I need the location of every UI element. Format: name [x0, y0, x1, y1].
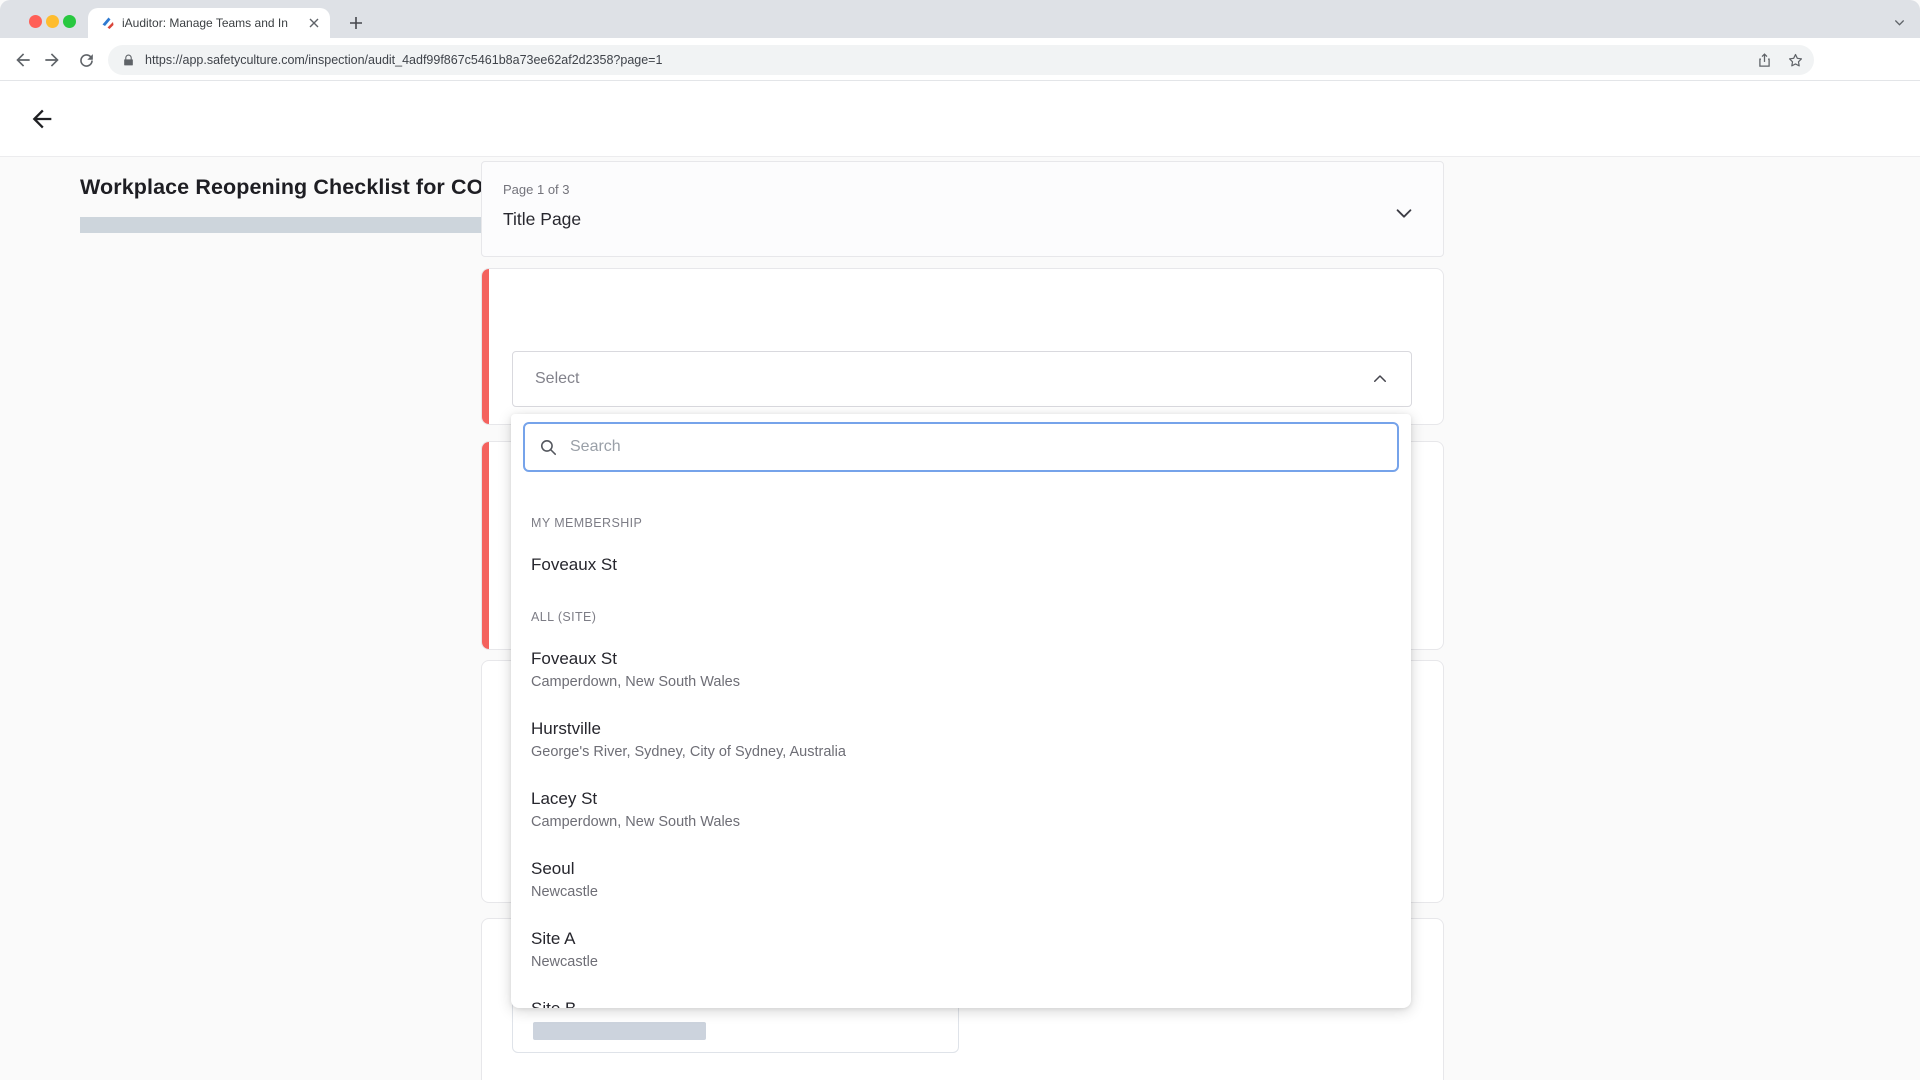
inspection-header: Workplace Reopening Checklist for COVID-…: [0, 81, 1920, 157]
required-indicator-bar: [482, 269, 489, 424]
search-icon: [539, 438, 558, 457]
site-search-box[interactable]: [523, 422, 1399, 472]
page-indicator: Page 1 of 3: [503, 182, 570, 197]
tab-close-icon[interactable]: [308, 17, 320, 29]
site-select-dropdown: MY MEMBERSHIP Foveaux St ALL (SITE) Fove…: [511, 414, 1411, 1008]
back-button[interactable]: [10, 47, 36, 73]
browser-tab-bar: iAuditor: Manage Teams and In: [0, 0, 1920, 38]
window-minimize-button[interactable]: [46, 15, 59, 28]
site-option-site-b-clipped[interactable]: Site B: [511, 998, 1411, 1008]
favicon-safetyculture: [100, 15, 116, 31]
chevron-up-icon[interactable]: [1371, 370, 1389, 388]
site-option-lacey[interactable]: Lacey St Camperdown, New South Wales: [511, 788, 1411, 832]
select-value: Select: [535, 370, 1371, 388]
page-title: Title Page: [503, 209, 581, 230]
tab-title: iAuditor: Manage Teams and In: [122, 16, 302, 30]
browser-tab[interactable]: iAuditor: Manage Teams and In: [88, 8, 330, 38]
label-skeleton-bar: [533, 1022, 706, 1040]
lock-icon[interactable]: [122, 54, 135, 67]
tab-search-chevron-icon[interactable]: [1893, 16, 1906, 29]
url-text[interactable]: https://app.safetyculture.com/inspection…: [145, 53, 1742, 67]
forward-button[interactable]: [39, 47, 65, 73]
site-option-site-a[interactable]: Site A Newcastle: [511, 928, 1411, 972]
site-option-seoul[interactable]: Seoul Newcastle: [511, 858, 1411, 902]
window-zoom-button[interactable]: [63, 15, 76, 28]
site-option-membership-foveaux[interactable]: Foveaux St: [511, 554, 1411, 576]
bookmark-star-icon[interactable]: [1787, 52, 1804, 69]
site-option-foveaux[interactable]: Foveaux St Camperdown, New South Wales: [511, 648, 1411, 692]
plus-icon: [349, 16, 363, 30]
site-option-hurstville[interactable]: Hurstville George's River, Sydney, City …: [511, 718, 1411, 762]
search-input[interactable]: [570, 438, 1383, 456]
section-header-my-membership: MY MEMBERSHIP: [531, 516, 642, 530]
window-close-button[interactable]: [29, 15, 42, 28]
reload-icon: [77, 51, 96, 70]
site-conducted-card: * Site conducted Select: [481, 268, 1444, 425]
back-to-inspections-button[interactable]: [28, 105, 56, 133]
site-select-control[interactable]: Select: [512, 351, 1412, 407]
section-header-all-site: ALL (SITE): [531, 610, 596, 624]
address-bar[interactable]: https://app.safetyculture.com/inspection…: [108, 45, 1814, 75]
new-tab-button[interactable]: [344, 11, 368, 35]
share-icon[interactable]: [1756, 52, 1773, 69]
chevron-down-icon[interactable]: [1393, 202, 1415, 224]
forward-arrow-icon: [42, 50, 62, 70]
required-indicator-bar: [482, 442, 489, 649]
browser-toolbar: https://app.safetyculture.com/inspection…: [0, 38, 1920, 81]
back-arrow-icon: [28, 105, 56, 133]
back-arrow-icon: [13, 50, 33, 70]
reload-button[interactable]: [73, 47, 99, 73]
page-navigation-panel[interactable]: Page 1 of 3 Title Page: [481, 161, 1444, 257]
